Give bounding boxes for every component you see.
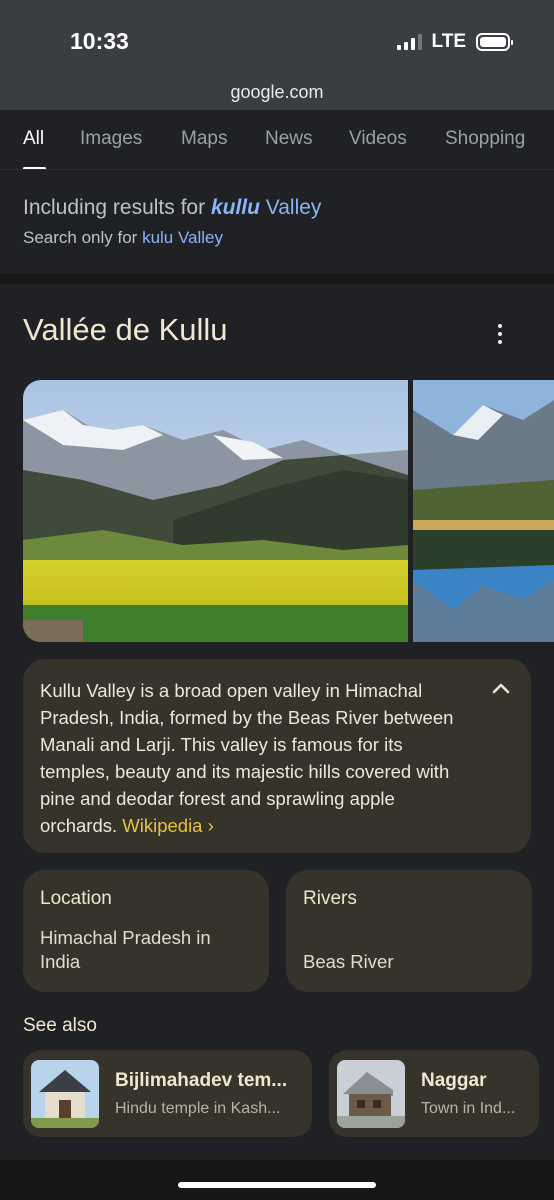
see-also-name: Naggar (421, 1070, 487, 1091)
temple-thumbnail (31, 1060, 99, 1128)
see-also-heading: See also (23, 1015, 97, 1036)
see-also-card-naggar[interactable]: Naggar Town in Ind... (329, 1050, 539, 1137)
see-also-card-bijlimahadev[interactable]: Bijlimahadev tem... Hindu temple in Kash… (23, 1050, 312, 1137)
knowledge-panel: Vallée de Kullu Kullu Valley is a broad … (0, 284, 554, 1160)
tab-maps[interactable]: Maps (181, 128, 227, 150)
bottom-divider (0, 1160, 554, 1200)
see-also-name: Bijlimahadev tem... (115, 1070, 288, 1091)
including-results-line: Including results for kullu Valley (23, 196, 322, 219)
search-only-line: Search only for kulu Valley (23, 228, 224, 247)
see-also-subtitle: Town in Ind... (421, 1100, 516, 1117)
more-options-icon[interactable] (486, 320, 514, 348)
search-tabs: All Images Maps News Videos Shopping (0, 110, 554, 170)
corrected-query-link[interactable]: Valley (260, 196, 322, 219)
knowledge-panel-title: Vallée de Kullu (23, 312, 228, 347)
tab-shopping[interactable]: Shopping (445, 128, 525, 150)
tab-videos[interactable]: Videos (349, 128, 407, 150)
network-type: LTE (431, 31, 466, 52)
original-query-link[interactable]: kulu Valley (142, 228, 223, 247)
fact-value: Himachal Pradesh in India (40, 927, 211, 972)
valley-photo-1[interactable] (23, 380, 408, 642)
fact-label: Location (40, 888, 112, 909)
status-time: 10:33 (70, 28, 129, 54)
wikipedia-link[interactable]: Wikipedia › (122, 815, 214, 836)
section-divider (0, 274, 554, 284)
fact-card-location[interactable]: Location Himachal Pradesh in India (23, 870, 269, 992)
naggar-thumbnail (337, 1060, 405, 1128)
fact-card-rivers[interactable]: Rivers Beas River (286, 870, 532, 992)
tab-news[interactable]: News (265, 128, 313, 150)
address-bar-url[interactable]: google.com (0, 82, 554, 103)
valley-photo-2[interactable] (413, 380, 554, 642)
fact-value: Beas River (303, 951, 394, 972)
see-also-subtitle: Hindu temple in Kash... (115, 1100, 281, 1117)
fact-label: Rivers (303, 888, 357, 909)
browser-chrome: 10:33 LTE google.com (0, 0, 554, 110)
home-indicator[interactable] (178, 1182, 376, 1188)
chevron-up-icon[interactable] (491, 681, 511, 695)
corrected-term-link[interactable]: kullu (211, 196, 260, 219)
description-text: Kullu Valley is a broad open valley in H… (40, 680, 454, 836)
tab-all[interactable]: All (23, 128, 44, 150)
battery-icon (476, 33, 513, 51)
status-icons: LTE (396, 30, 513, 54)
cellular-signal-icon (396, 34, 422, 50)
spell-correction: Including results for kullu Valley Searc… (0, 170, 554, 274)
description-card: Kullu Valley is a broad open valley in H… (23, 659, 531, 853)
tab-images[interactable]: Images (80, 128, 142, 150)
